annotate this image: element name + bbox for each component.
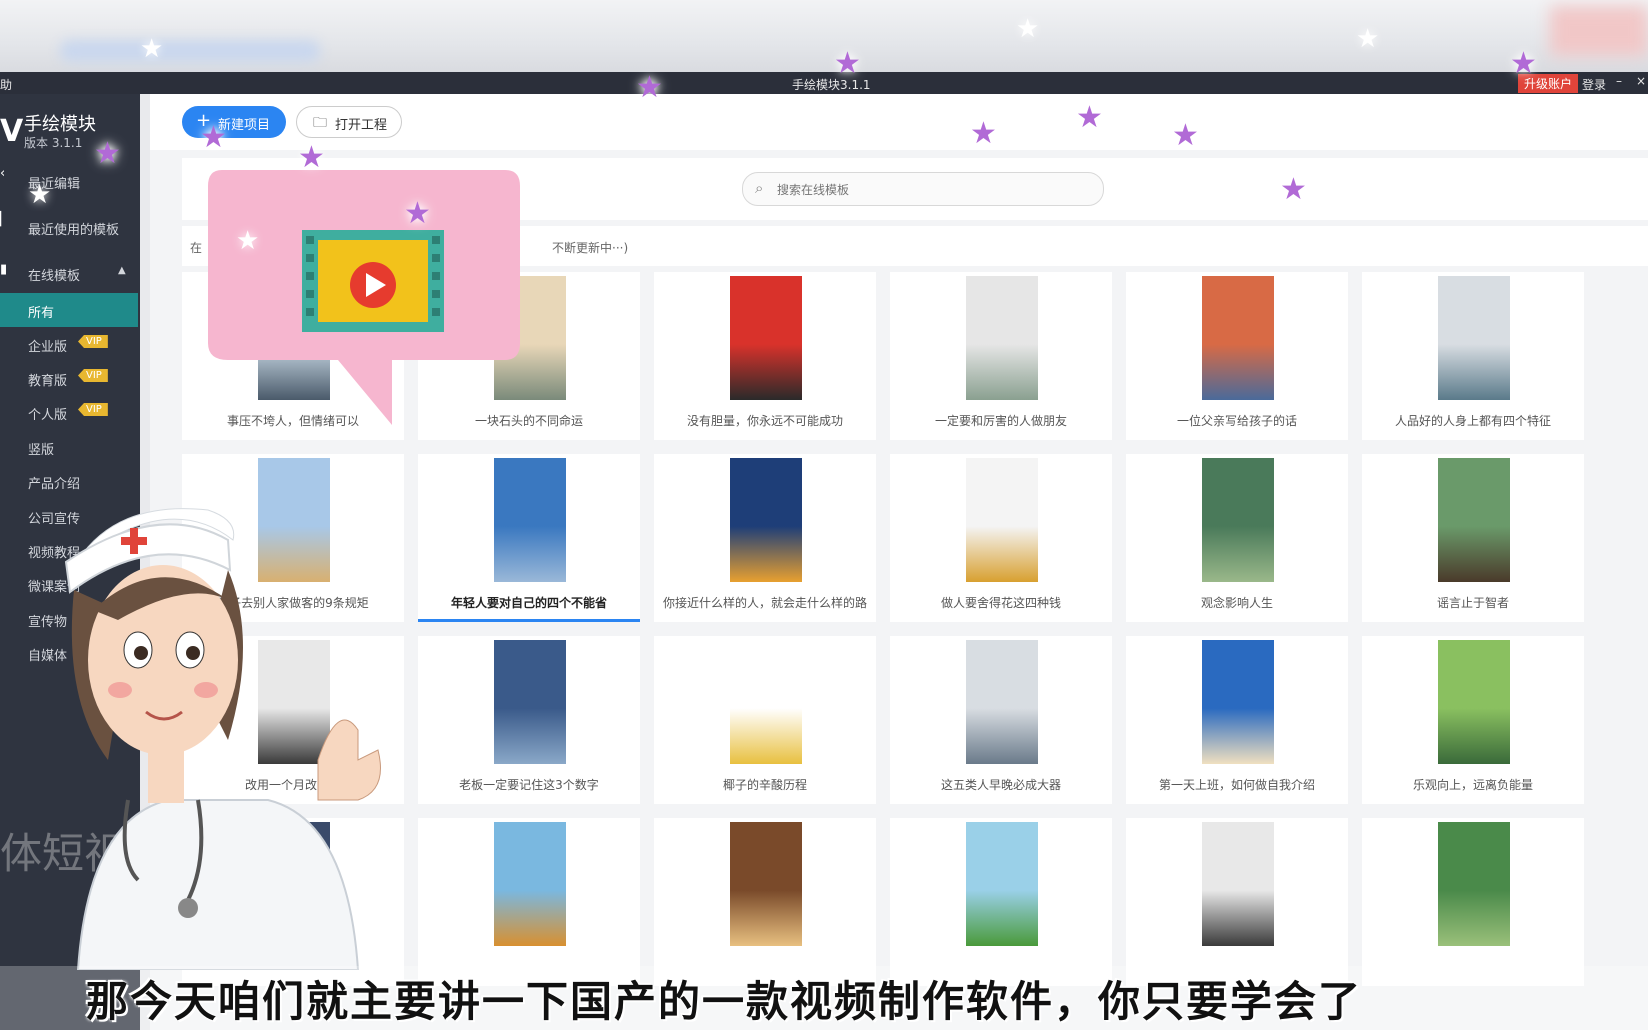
template-card[interactable]: 一定要和厉害的人做朋友 bbox=[890, 272, 1112, 440]
template-thumbnail bbox=[1438, 640, 1510, 764]
template-caption: 你接近什么样的人，就会走什么样的路 bbox=[662, 596, 867, 610]
template-card[interactable] bbox=[654, 818, 876, 986]
template-caption: 一定要和厉害的人做朋友 bbox=[934, 414, 1067, 428]
sidebar-item-vertical[interactable]: 竖版 bbox=[0, 430, 138, 464]
template-card[interactable]: 做人要舍得花这四种钱 bbox=[890, 454, 1112, 622]
star-icon: ★ bbox=[636, 70, 663, 105]
template-thumbnail bbox=[1202, 458, 1274, 582]
template-card[interactable]: 椰子的辛酸历程 bbox=[654, 636, 876, 804]
template-card[interactable]: 人品好的人身上都有四个特征 bbox=[1362, 272, 1584, 440]
star-icon: ★ bbox=[94, 136, 121, 171]
template-thumbnail bbox=[1202, 640, 1274, 764]
sparkle-icon: ★ bbox=[1356, 24, 1380, 54]
template-thumbnail bbox=[1438, 458, 1510, 582]
template-thumbnail bbox=[1202, 822, 1274, 946]
template-thumbnail bbox=[730, 822, 802, 946]
template-thumbnail bbox=[730, 458, 802, 582]
template-card[interactable]: 乐观向上，远离负能量 bbox=[1362, 636, 1584, 804]
template-caption: 人品好的人身上都有四个特征 bbox=[1394, 414, 1551, 428]
blurred-window-button bbox=[1550, 6, 1648, 56]
template-thumbnail bbox=[1202, 276, 1274, 400]
star-icon: ★ bbox=[970, 116, 997, 151]
star-icon: ★ bbox=[404, 196, 431, 231]
nurse-character-illustration bbox=[64, 508, 381, 970]
star-icon: ★ bbox=[834, 46, 861, 81]
sidebar-item-label: 竖版 bbox=[28, 443, 55, 458]
template-caption: 椰子的辛酸历程 bbox=[722, 778, 807, 792]
star-icon: ★ bbox=[298, 140, 325, 175]
template-caption: 第一天上班，如何做自我介绍 bbox=[1158, 778, 1315, 792]
star-icon: ★ bbox=[200, 120, 227, 155]
search-box[interactable]: ⌕ bbox=[742, 172, 1104, 206]
template-caption: 观念影响人生 bbox=[1200, 596, 1273, 610]
template-thumbnail bbox=[966, 822, 1038, 946]
template-caption: 年轻人要对自己的四个不能省 bbox=[450, 596, 607, 610]
template-card[interactable]: 老板一定要记住这3个数字 bbox=[418, 636, 640, 804]
sparkle-icon: ★ bbox=[140, 34, 164, 64]
speech-bubble-overlay bbox=[208, 170, 520, 425]
template-card[interactable]: 一位父亲写给孩子的话 bbox=[1126, 272, 1348, 440]
template-thumbnail bbox=[494, 458, 566, 582]
template-thumbnail bbox=[966, 458, 1038, 582]
search-icon: ⌕ bbox=[755, 179, 764, 197]
close-button[interactable]: × bbox=[1636, 74, 1646, 88]
template-thumbnail bbox=[494, 822, 566, 946]
info-text-right: 不断更新中···) bbox=[552, 241, 629, 255]
template-thumbnail bbox=[1438, 276, 1510, 400]
sparkle-icon: ★ bbox=[1016, 14, 1040, 44]
sidebar-item-label: 产品介绍 bbox=[28, 477, 81, 492]
template-caption: 做人要舍得花这四种钱 bbox=[940, 596, 1061, 610]
template-card[interactable] bbox=[1362, 818, 1584, 986]
template-thumbnail bbox=[1438, 822, 1510, 946]
template-card[interactable]: 这五类人早晚必成大器 bbox=[890, 636, 1112, 804]
star-icon: ★ bbox=[1076, 100, 1103, 135]
template-card[interactable] bbox=[890, 818, 1112, 986]
template-card[interactable]: 谣言止于智者 bbox=[1362, 454, 1584, 622]
sidebar-item-product[interactable]: 产品介绍 bbox=[0, 464, 138, 498]
template-thumbnail bbox=[730, 640, 802, 764]
template-thumbnail bbox=[730, 276, 802, 400]
template-thumbnail bbox=[966, 276, 1038, 400]
minimize-button[interactable]: – bbox=[1616, 74, 1622, 88]
template-caption: 一位父亲写给孩子的话 bbox=[1176, 414, 1297, 428]
template-card[interactable]: 第一天上班，如何做自我介绍 bbox=[1126, 636, 1348, 804]
template-card[interactable]: 年轻人要对自己的四个不能省 bbox=[418, 454, 640, 622]
template-caption: 谣言止于智者 bbox=[1436, 596, 1509, 610]
template-caption: 老板一定要记住这3个数字 bbox=[459, 778, 599, 792]
template-card[interactable] bbox=[418, 818, 640, 986]
template-card[interactable]: 没有胆量，你永远不可能成功 bbox=[654, 272, 876, 440]
template-caption: 没有胆量，你永远不可能成功 bbox=[686, 414, 843, 428]
star-icon: ★ bbox=[1280, 172, 1307, 207]
sparkle-icon: ★ bbox=[28, 180, 52, 210]
star-icon: ★ bbox=[1172, 118, 1199, 153]
template-card[interactable]: 你接近什么样的人，就会走什么样的路 bbox=[654, 454, 876, 622]
video-subtitle: 那今天咱们就主要讲一下国产的一款视频制作软件，你只要学会了 bbox=[86, 977, 1363, 1026]
template-caption: 这五类人早晚必成大器 bbox=[940, 778, 1061, 792]
template-thumbnail bbox=[494, 640, 566, 764]
search-input[interactable] bbox=[775, 179, 1089, 201]
sparkle-icon: ★ bbox=[236, 226, 260, 256]
star-icon: ★ bbox=[1510, 46, 1537, 81]
template-caption: 乐观向上，远离负能量 bbox=[1412, 778, 1533, 792]
template-card[interactable] bbox=[1126, 818, 1348, 986]
template-thumbnail bbox=[966, 640, 1038, 764]
template-card[interactable]: 观念影响人生 bbox=[1126, 454, 1348, 622]
login-button[interactable]: 登录 bbox=[1582, 76, 1606, 93]
